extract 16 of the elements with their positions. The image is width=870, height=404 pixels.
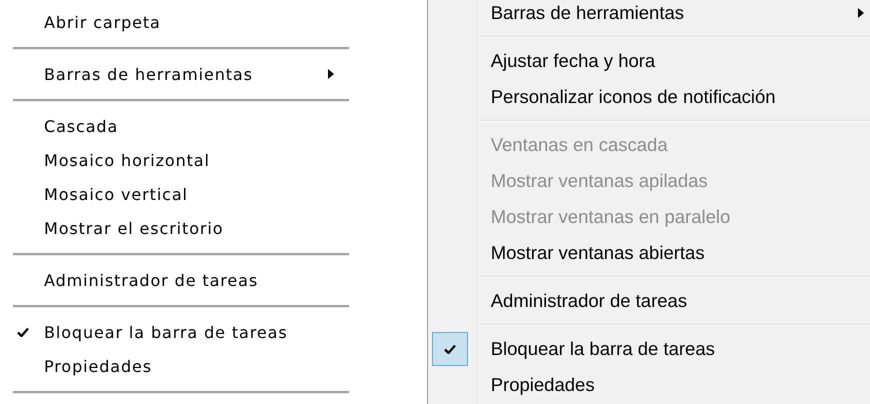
menu-item[interactable]: Mosaico horizontal	[44, 150, 334, 170]
menu-item[interactable]: Administrador de tareas	[44, 270, 334, 290]
menu-item[interactable]: Personalizar iconos de notificación	[490, 86, 864, 108]
menu-item[interactable]: Administrador de tareas	[490, 290, 864, 312]
menu-item[interactable]: Mostrar el escritorio	[44, 218, 334, 238]
menu-item[interactable]: Propiedades	[44, 356, 334, 376]
menu-item[interactable]: Barras de herramientas	[490, 2, 858, 24]
menu-item[interactable]: Propiedades	[490, 374, 864, 396]
menu-item[interactable]: Ajustar fecha y hora	[490, 50, 864, 72]
menu-item[interactable]: Bloquear la barra de tareas	[490, 338, 864, 360]
menu-item[interactable]: Mosaico vertical	[44, 184, 334, 204]
menu-item[interactable]: Barras de herramientas	[44, 64, 328, 84]
menu-item[interactable]: Mostrar ventanas abiertas	[490, 242, 864, 264]
menu-item[interactable]: Bloquear la barra de tareas	[44, 322, 334, 342]
menu-item[interactable]: Abrir carpeta	[44, 12, 334, 32]
menu-item[interactable]: Cascada	[44, 116, 334, 136]
